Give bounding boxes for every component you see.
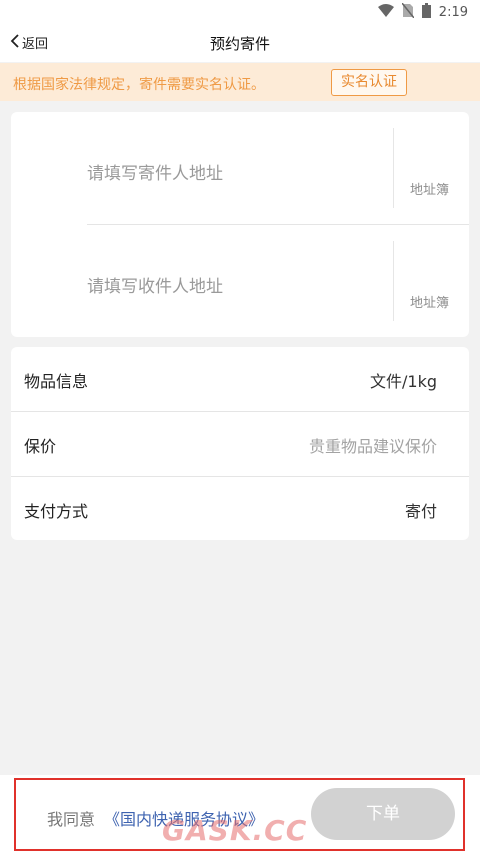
receiver-address-book-button[interactable]: 地址簿 xyxy=(410,292,449,311)
wifi-icon xyxy=(377,3,394,22)
insurance-label: 保价 xyxy=(24,437,57,456)
address-card: 请填写寄件人地址 地址簿 请填写收件人地址 地址簿 xyxy=(11,112,469,337)
payment-method-label: 支付方式 xyxy=(24,502,89,521)
battery-icon xyxy=(421,3,431,22)
divider xyxy=(393,128,394,208)
item-info-value: 文件/1kg xyxy=(370,372,437,391)
shipment-info-card: 物品信息 文件/1kg 保价 贵重物品建议保价 支付方式 寄付 xyxy=(11,347,469,540)
sender-address-placeholder[interactable]: 请填写寄件人地址 xyxy=(87,159,223,184)
notice-bar: 根据国家法律规定，寄件需要实名认证。 实名认证 xyxy=(0,63,480,101)
no-sim-icon xyxy=(401,2,415,22)
status-bar: 2:19 xyxy=(0,0,480,24)
agree-text: 我同意 xyxy=(47,810,96,829)
page-title: 预约寄件 xyxy=(209,35,270,53)
insurance-row[interactable]: 保价 贵重物品建议保价 xyxy=(11,412,469,476)
watermark: GASK.CC xyxy=(162,814,308,847)
real-name-verify-button[interactable]: 实名认证 xyxy=(331,69,407,96)
status-time: 2:19 xyxy=(438,5,468,20)
payment-method-value: 寄付 xyxy=(404,502,437,521)
payment-method-row[interactable]: 支付方式 寄付 xyxy=(11,477,469,541)
sender-address-book-button[interactable]: 地址簿 xyxy=(410,179,449,198)
receiver-address-placeholder[interactable]: 请填写收件人地址 xyxy=(87,272,223,297)
notice-text: 根据国家法律规定，寄件需要实名认证。 xyxy=(13,77,265,93)
sender-address-row[interactable]: 请填写寄件人地址 地址簿 xyxy=(11,112,469,224)
nav-bar: 返回 预约寄件 xyxy=(0,24,480,62)
insurance-placeholder: 贵重物品建议保价 xyxy=(308,437,437,456)
item-info-row[interactable]: 物品信息 文件/1kg xyxy=(11,347,469,411)
item-info-label: 物品信息 xyxy=(24,372,89,391)
place-order-button[interactable]: 下单 xyxy=(311,788,455,840)
divider xyxy=(393,241,394,321)
receiver-address-row[interactable]: 请填写收件人地址 地址簿 xyxy=(11,225,469,337)
